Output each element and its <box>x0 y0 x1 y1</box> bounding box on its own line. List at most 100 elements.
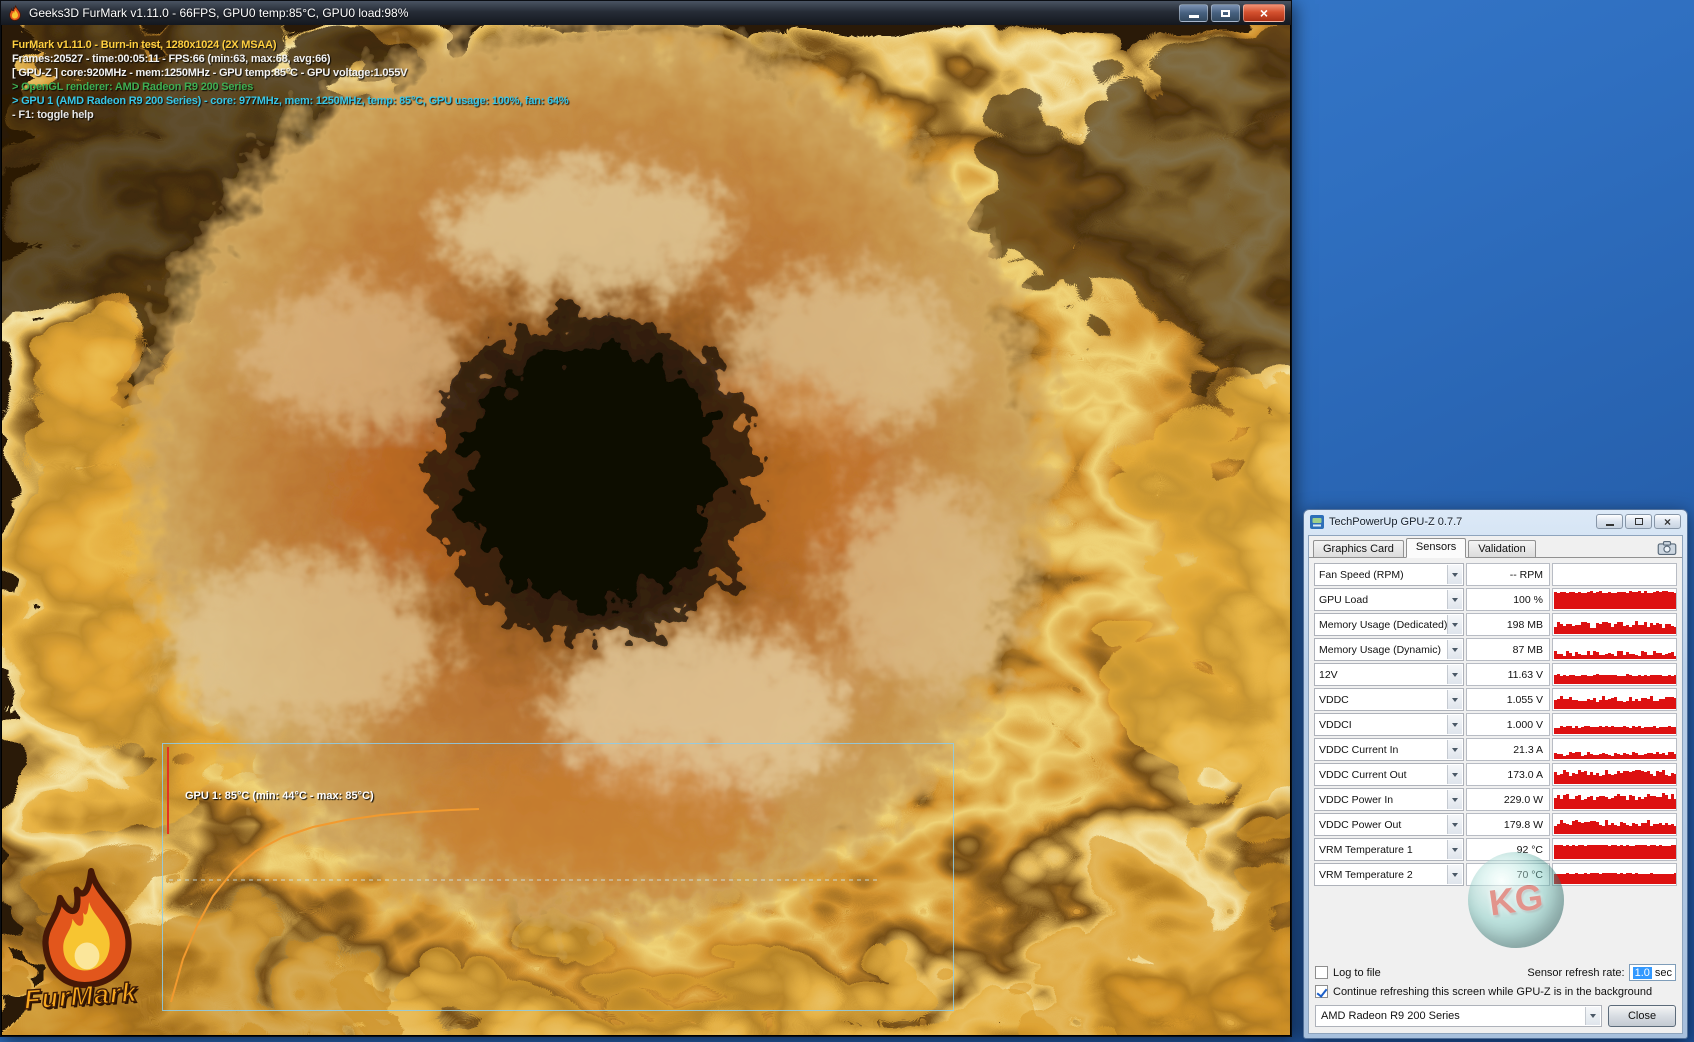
chevron-down-icon <box>1447 865 1462 884</box>
chevron-down-icon <box>1447 815 1462 834</box>
temp-curve <box>171 809 479 1002</box>
close-button[interactable]: Close <box>1608 1005 1676 1027</box>
sensor-name-combo[interactable]: VDDC Power Out <box>1314 813 1464 836</box>
temp-graph-label: GPU 1: 85°C (min: 44°C - max: 85°C) <box>185 790 374 802</box>
osd-line: Frames:20527 - time:00:05:11 - FPS:66 (m… <box>12 52 569 66</box>
sensor-name-label: Memory Usage (Dedicated) <box>1319 619 1447 631</box>
continue-refreshing-checkbox[interactable]: Continue refreshing this screen while GP… <box>1315 985 1652 998</box>
furmark-titlebar[interactable]: Geeks3D FurMark v1.11.0 - 66FPS, GPU0 te… <box>1 1 1291 25</box>
gpuz-app-icon <box>1310 515 1324 529</box>
furmark-logo-text: FurMark <box>23 977 138 1016</box>
sensor-name-label: VDDC Current In <box>1319 744 1398 756</box>
sensor-graph <box>1552 863 1677 886</box>
device-select[interactable]: AMD Radeon R9 200 Series <box>1315 1005 1602 1027</box>
log-to-file-checkbox[interactable]: Log to file <box>1315 966 1381 979</box>
sensor-value: 11.63 V <box>1466 663 1550 686</box>
refresh-rate-label: Sensor refresh rate: <box>1527 967 1624 979</box>
sensor-value: 229.0 W <box>1466 788 1550 811</box>
sensor-name-combo[interactable]: VDDC <box>1314 688 1464 711</box>
gpuz-window-title: TechPowerUp GPU-Z 0.7.7 <box>1329 516 1591 528</box>
sensor-name-label: VDDC Current Out <box>1319 769 1407 781</box>
sensor-name-combo[interactable]: GPU Load <box>1314 588 1464 611</box>
sensor-name-combo[interactable]: VRM Temperature 2 <box>1314 863 1464 886</box>
device-select-value: AMD Radeon R9 200 Series <box>1321 1010 1460 1022</box>
sensor-name-combo[interactable]: VDDC Current In <box>1314 738 1464 761</box>
osd-line: > OpenGL renderer: AMD Radeon R9 200 Ser… <box>12 80 569 94</box>
tab-sensors[interactable]: Sensors <box>1406 538 1466 558</box>
chevron-down-icon <box>1447 765 1462 784</box>
sensor-graph <box>1552 638 1677 661</box>
minimize-button[interactable] <box>1596 514 1623 529</box>
furmark-window-title: Geeks3D FurMark v1.11.0 - 66FPS, GPU0 te… <box>29 6 1173 20</box>
sensor-graph <box>1552 738 1677 761</box>
chevron-down-icon <box>1447 565 1462 584</box>
kitguru-watermark: KG <box>1468 852 1564 948</box>
sensor-name-combo[interactable]: VDDC Current Out <box>1314 763 1464 786</box>
sensor-graph <box>1552 663 1677 686</box>
close-icon: × <box>1260 6 1268 20</box>
chevron-down-icon <box>1447 715 1462 734</box>
sensor-name-combo[interactable]: 12V <box>1314 663 1464 686</box>
sensor-name-combo[interactable]: Memory Usage (Dynamic) <box>1314 638 1464 661</box>
sensor-value: 1.000 V <box>1466 713 1550 736</box>
gpuz-body: Graphics CardSensorsValidation Fan Speed… <box>1308 535 1683 1034</box>
close-window-button[interactable]: × <box>1654 514 1681 529</box>
sensor-name-combo[interactable]: Fan Speed (RPM) <box>1314 563 1464 586</box>
tab-validation[interactable]: Validation <box>1468 540 1536 557</box>
minimize-icon <box>1189 15 1199 18</box>
sensor-row: VDDC Power In 229.0 W <box>1314 788 1677 811</box>
continue-refreshing-label: Continue refreshing this screen while GP… <box>1333 986 1652 998</box>
refresh-rate-value: 1.0 <box>1633 967 1652 979</box>
sensor-graph <box>1552 588 1677 611</box>
refresh-rate-unit: sec <box>1655 967 1672 979</box>
sensor-name-label: VRM Temperature 2 <box>1319 869 1413 881</box>
sensor-row: Memory Usage (Dedicated)198 MB <box>1314 613 1677 636</box>
osd-line: > GPU 1 (AMD Radeon R9 200 Series) - cor… <box>12 94 569 108</box>
sensor-row: GPU Load100 % <box>1314 588 1677 611</box>
sensor-name-combo[interactable]: VDDCI <box>1314 713 1464 736</box>
maximize-button[interactable] <box>1625 514 1652 529</box>
sensor-name-label: VDDC Power In <box>1319 794 1393 806</box>
sensor-graph <box>1552 838 1677 861</box>
chevron-down-icon <box>1447 615 1462 634</box>
osd-line: FurMark v1.11.0 - Burn-in test, 1280x102… <box>12 38 569 52</box>
osd-line: - F1: toggle help <box>12 108 569 122</box>
sensor-value: 1.055 V <box>1466 688 1550 711</box>
sensor-name-label: VDDC <box>1319 694 1349 706</box>
temperature-graph: GPU 1: 85°C (min: 44°C - max: 85°C) <box>162 743 954 1011</box>
sensor-name-combo[interactable]: Memory Usage (Dedicated) <box>1314 613 1464 636</box>
sensor-refresh-rate: Sensor refresh rate: 1.0 sec <box>1527 964 1676 981</box>
checkbox-unchecked-icon <box>1315 966 1328 979</box>
chevron-down-icon <box>1447 690 1462 709</box>
gpuz-tabs: Graphics CardSensorsValidation <box>1309 536 1682 558</box>
sensor-name-combo[interactable]: VDDC Power In <box>1314 788 1464 811</box>
chevron-down-icon <box>1447 740 1462 759</box>
sensor-name-combo[interactable]: VRM Temperature 1 <box>1314 838 1464 861</box>
gpuz-window: TechPowerUp GPU-Z 0.7.7 × Graphics CardS… <box>1303 509 1688 1039</box>
osd: FurMark v1.11.0 - Burn-in test, 1280x102… <box>12 38 569 122</box>
desktop: Geeks3D FurMark v1.11.0 - 66FPS, GPU0 te… <box>0 0 1694 1042</box>
sensor-row: VDDC 1.055 V <box>1314 688 1677 711</box>
chevron-down-icon <box>1447 790 1462 809</box>
screenshot-camera-icon[interactable] <box>1657 541 1677 555</box>
sensor-graph <box>1552 688 1677 711</box>
sensor-graph <box>1552 813 1677 836</box>
refresh-rate-input[interactable]: 1.0 sec <box>1629 964 1676 981</box>
sensor-name-label: GPU Load <box>1319 594 1368 606</box>
sensor-graph <box>1552 713 1677 736</box>
minimize-button[interactable] <box>1179 4 1208 22</box>
furmark-window: Geeks3D FurMark v1.11.0 - 66FPS, GPU0 te… <box>0 0 1292 1037</box>
maximize-button[interactable] <box>1211 4 1240 22</box>
gpuz-titlebar[interactable]: TechPowerUp GPU-Z 0.7.7 × <box>1304 510 1687 533</box>
furmark-app-icon <box>7 5 23 21</box>
minimize-icon <box>1606 524 1614 526</box>
sensor-value: 173.0 A <box>1466 763 1550 786</box>
chevron-down-icon <box>1447 665 1462 684</box>
sensor-name-label: Fan Speed (RPM) <box>1319 569 1404 581</box>
chevron-down-icon <box>1447 640 1462 659</box>
tab-graphics-card[interactable]: Graphics Card <box>1313 540 1404 557</box>
close-window-button[interactable]: × <box>1243 4 1285 22</box>
sensor-graph <box>1552 788 1677 811</box>
sensor-graph <box>1552 613 1677 636</box>
log-to-file-label: Log to file <box>1333 967 1381 979</box>
